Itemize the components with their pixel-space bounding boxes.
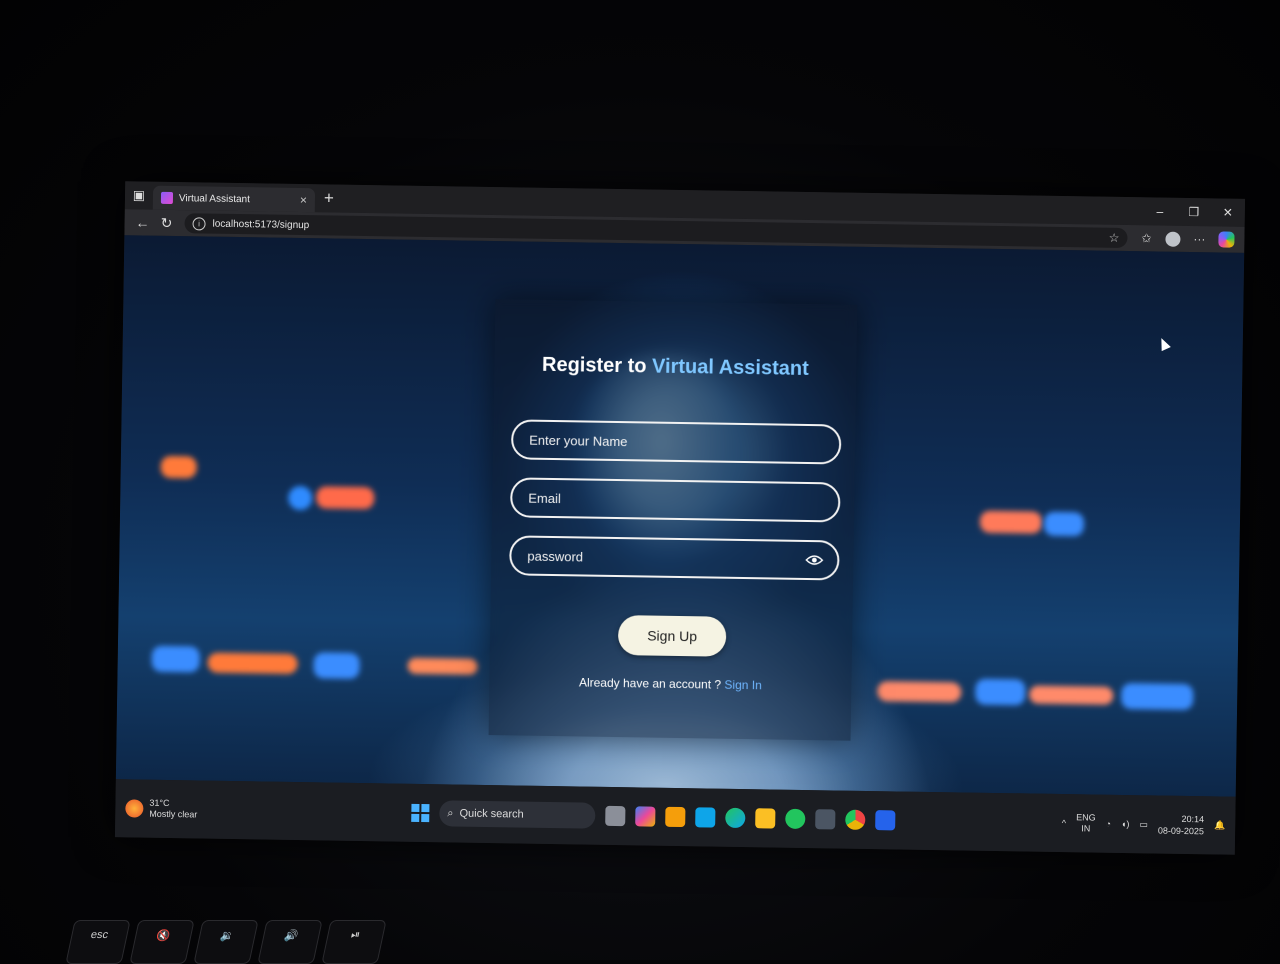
esc-key: esc — [65, 920, 131, 964]
bokeh-light — [207, 652, 298, 675]
edge-browser-icon[interactable] — [725, 807, 746, 829]
already-text: Already have an account ? — [578, 675, 725, 692]
laptop-screen: ▣ Virtual Assistant × + – ❐ ✕ ← ↻ i loca… — [114, 181, 1246, 855]
clock-time: 20:14 — [1181, 813, 1205, 825]
more-menu-icon[interactable]: ··· — [1186, 232, 1212, 246]
weather-widget[interactable]: 31°C Mostly clear — [125, 797, 405, 823]
bokeh-light — [975, 678, 1026, 706]
favorites-icon[interactable]: ✩ — [1133, 231, 1159, 245]
password-field[interactable] — [509, 535, 840, 581]
profile-avatar[interactable] — [1165, 231, 1181, 247]
search-placeholder: Quick search — [459, 807, 524, 821]
name-field[interactable] — [510, 419, 842, 465]
window-controls: – ❐ ✕ — [1143, 204, 1245, 220]
copilot-app-icon[interactable] — [635, 806, 656, 827]
play-pause-key: ⏯ — [321, 920, 387, 964]
battery-icon[interactable]: ▭ — [1139, 819, 1148, 830]
site-info-icon[interactable]: i — [192, 216, 206, 231]
bokeh-light — [151, 645, 200, 673]
mouse-cursor-icon — [1156, 336, 1171, 352]
terminal-icon[interactable] — [815, 809, 836, 830]
tab-actions-icon[interactable]: ▣ — [125, 181, 153, 209]
browser-tab[interactable]: Virtual Assistant × — [152, 185, 316, 213]
volume-down-key: 🔉 — [193, 920, 259, 964]
page-viewport: Register to Virtual Assistant Sign Up Al… — [115, 235, 1245, 797]
weather-sun-icon — [125, 799, 144, 818]
store-icon[interactable] — [665, 806, 686, 828]
bokeh-light — [160, 455, 197, 479]
wifi-icon[interactable]: ◔ — [1106, 819, 1112, 829]
signup-card: Register to Virtual Assistant Sign Up Al… — [488, 299, 858, 741]
favorite-star-icon[interactable]: ☆ — [1109, 231, 1120, 245]
windows-start-icon[interactable] — [411, 803, 430, 823]
bokeh-light — [316, 486, 375, 510]
vscode-icon[interactable] — [875, 810, 896, 831]
signup-title: Register to Virtual Assistant — [541, 353, 809, 381]
name-input[interactable] — [527, 431, 826, 453]
taskbar-search[interactable]: ⌕ Quick search — [439, 800, 596, 829]
chrome-icon[interactable] — [845, 809, 866, 830]
minimize-button[interactable]: – — [1143, 204, 1177, 219]
restore-button[interactable]: ❐ — [1177, 205, 1211, 220]
search-icon: ⌕ — [447, 806, 454, 819]
notification-bell-icon[interactable]: 🔔 — [1214, 820, 1225, 831]
window-close-button[interactable]: ✕ — [1211, 205, 1245, 220]
weather-desc: Mostly clear — [149, 808, 198, 820]
clock-date: 08-09-2025 — [1157, 825, 1205, 837]
signup-button[interactable]: Sign Up — [617, 615, 727, 657]
tab-title: Virtual Assistant — [178, 192, 251, 205]
file-explorer-icon[interactable] — [755, 808, 776, 829]
new-tab-button[interactable]: + — [315, 188, 343, 208]
signin-prompt: Already have an account ? Sign In — [489, 674, 851, 694]
copilot-icon[interactable] — [1218, 231, 1235, 248]
dell-app-icon[interactable] — [695, 807, 716, 828]
whatsapp-icon[interactable] — [785, 808, 806, 830]
bokeh-light — [1043, 511, 1085, 537]
tray-overflow-chevron-icon[interactable]: ^ — [1062, 818, 1066, 828]
reload-icon[interactable]: ↻ — [154, 214, 178, 231]
signin-link[interactable]: Sign In — [724, 678, 762, 693]
volume-icon[interactable]: ◖) — [1121, 819, 1130, 829]
task-view-icon[interactable] — [605, 805, 626, 827]
bokeh-light — [979, 510, 1043, 534]
bokeh-light — [1121, 682, 1194, 711]
email-input[interactable] — [526, 489, 825, 511]
tab-close-icon[interactable]: × — [300, 193, 307, 207]
taskbar-center: ⌕ Quick search — [411, 800, 896, 834]
title-accent: Virtual Assistant — [651, 355, 809, 381]
language-indicator[interactable]: ENG IN — [1076, 812, 1096, 834]
clock[interactable]: 20:14 08-09-2025 — [1158, 813, 1204, 838]
bokeh-light — [313, 652, 360, 679]
show-password-eye-icon[interactable] — [805, 554, 824, 566]
volume-up-key: 🔊 — [257, 920, 323, 964]
password-input[interactable] — [525, 547, 806, 569]
system-tray: ^ ENG IN ◔ ◖) ▭ 20:14 08-09-2025 🔔 — [1062, 811, 1226, 838]
email-field[interactable] — [509, 477, 841, 523]
mute-key: 🔇 — [129, 920, 195, 964]
bokeh-light — [1029, 685, 1114, 705]
app-favicon-icon — [160, 191, 174, 204]
bokeh-light — [288, 485, 313, 511]
back-arrow-icon[interactable]: ← — [130, 214, 154, 230]
keyboard-row: esc 🔇 🔉 🔊 ⏯ — [65, 920, 387, 964]
weather-temp: 31°C — [149, 797, 170, 809]
